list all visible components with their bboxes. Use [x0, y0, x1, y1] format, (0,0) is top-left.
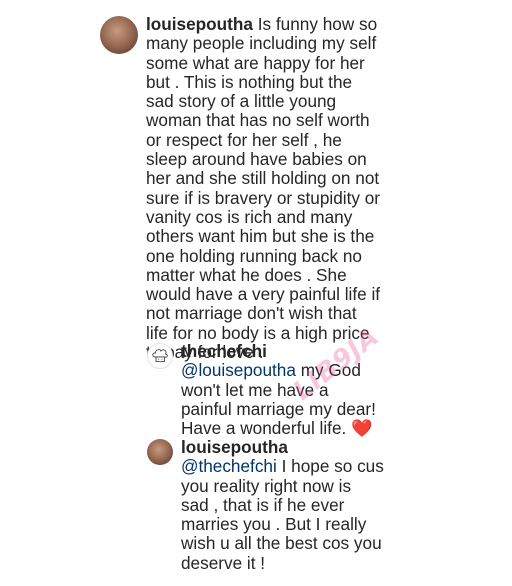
comment-3-line-5: deserve it !	[181, 552, 266, 573]
comment-3-username[interactable]: louisepoutha	[181, 437, 288, 457]
comment-1-line-6: or respect for her self , he	[146, 129, 342, 150]
comment-2-text: thechefchi @louisepoutha my God won't le…	[181, 341, 501, 439]
comment-2-line-2: painful marriage my dear!	[181, 398, 376, 419]
heart-icon: ❤️	[351, 418, 373, 439]
comment-1-text: louisepoutha Is funny how so many people…	[146, 14, 506, 362]
comment-3-line-4: wish u all the best cos you	[181, 533, 382, 554]
comment-3-mention-link[interactable]: @thechefchi	[181, 456, 277, 476]
comment-1-line-5: woman that has no self worth	[146, 110, 370, 131]
comment-1-line-9: sure if is bravery or stupidity or	[146, 187, 381, 208]
comment-1-line-13: matter what he does . She	[146, 264, 347, 285]
comment-3-line-2: sad , that is if he ever	[181, 494, 345, 515]
louisepoutha-reply-avatar[interactable]	[147, 439, 173, 465]
comment-1-line-16: life for no body is a high price	[146, 322, 370, 343]
comment-3-line-0: I hope so cus	[276, 456, 384, 477]
comment-1-line-12: one holding running back no	[146, 245, 362, 266]
comment-1-line-10: vanity cos is rich and many	[146, 206, 353, 227]
comment-3-line-1: you reality right now is	[181, 475, 352, 496]
thechefchi-avatar[interactable]	[147, 343, 173, 369]
comment-2-line-1: won't let me have a	[181, 379, 329, 400]
comment-1-line-2: some what are happy for her	[146, 52, 365, 73]
louisepoutha-avatar[interactable]	[100, 16, 138, 54]
comment-1-line-8: her and she still holding on not	[146, 168, 380, 189]
comment-3-line-3: marries you . But I really	[181, 514, 367, 535]
comment-1-line-15: not marriage don't wish that	[146, 303, 357, 324]
comment-1-line-4: sad story of a little young	[146, 91, 337, 112]
comment-3-text: louisepoutha @thechefchi I hope so cus y…	[181, 437, 501, 573]
comment-2-mention-link[interactable]: @louisepoutha	[181, 360, 296, 380]
comment-1-username[interactable]: louisepoutha	[146, 14, 253, 34]
chef-hat-icon	[152, 349, 168, 363]
comment-1-line-1: many people including my self	[146, 33, 377, 54]
comment-1-line-14: would have a very painful life if	[146, 284, 381, 305]
comment-1-line-11: others want him but she is the	[146, 226, 375, 247]
comment-2-username[interactable]: thechefchi	[181, 341, 267, 361]
comment-1-line-3: but . This is nothing but the	[146, 71, 353, 92]
comment-1-line-7: sleep around have babies on	[146, 149, 367, 170]
comment-2-line-3: Have a wonderful life.	[181, 418, 352, 439]
comment-1-line-0: Is funny how so	[257, 14, 378, 34]
comment-2-line-0: my God	[295, 360, 361, 381]
